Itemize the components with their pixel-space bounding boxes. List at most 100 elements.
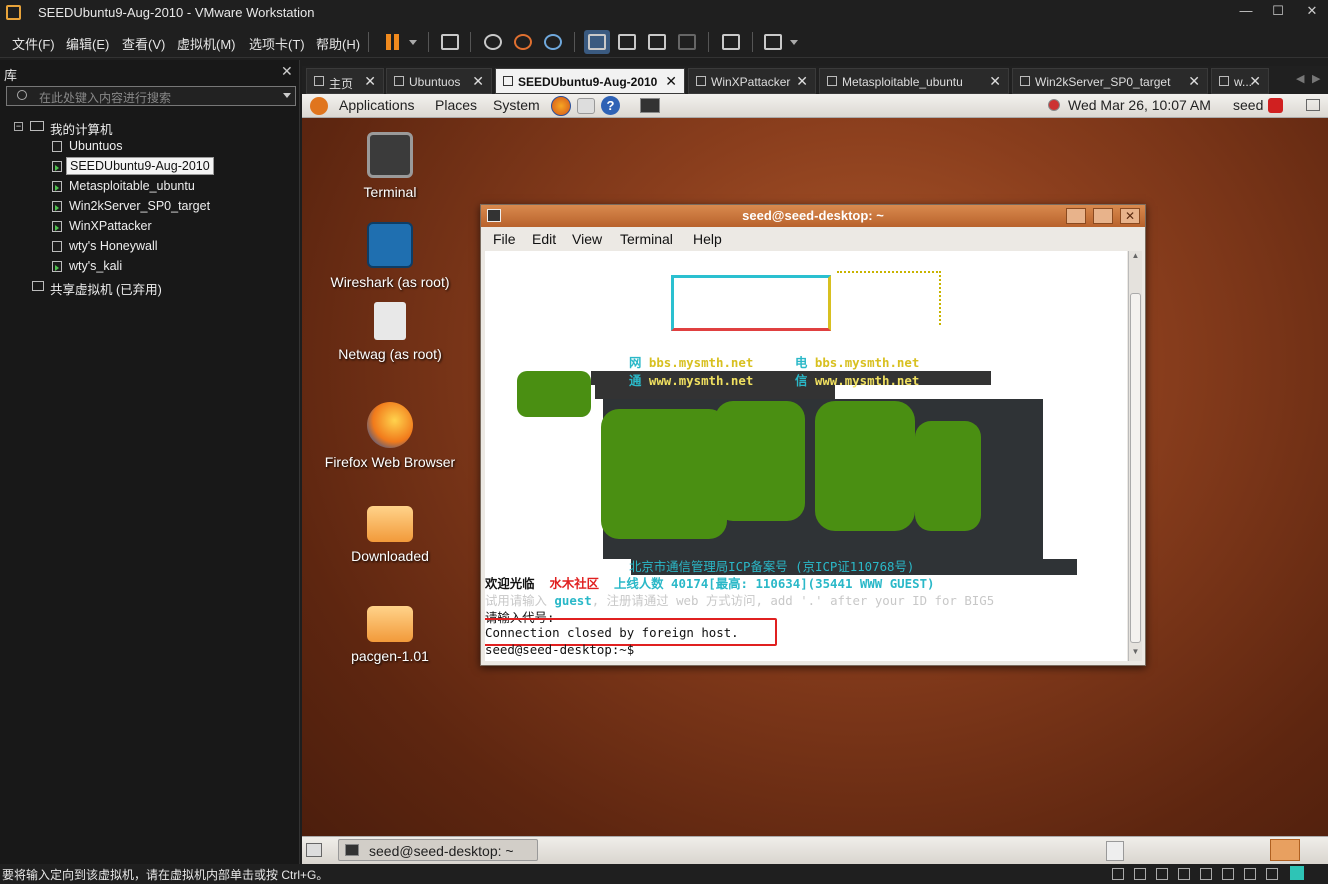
desktop-icon-downloaded[interactable]: Downloaded (320, 506, 460, 564)
tab-close-icon[interactable]: ✕ (989, 73, 1001, 90)
device-icon[interactable] (1112, 868, 1124, 880)
scroll-up-icon[interactable]: ▲ (1129, 251, 1142, 265)
tab-ubuntuos[interactable]: Ubuntuos ✕ (386, 68, 492, 94)
snapshot-button[interactable] (480, 30, 506, 54)
tab-close-icon[interactable]: ✕ (364, 73, 376, 90)
trash-icon[interactable] (1106, 841, 1124, 861)
tree-item-winxpattacker[interactable]: WinXPattacker (69, 219, 152, 233)
show-desktop-icon[interactable] (1306, 99, 1320, 111)
tree-item-metasploitable[interactable]: Metasploitable_ubuntu (69, 179, 195, 193)
terminal-scrollbar[interactable]: ▲ ▼ (1128, 251, 1142, 661)
revert-snapshot-button[interactable] (510, 30, 536, 54)
tree-item-ubuntuos[interactable]: Ubuntuos (69, 139, 123, 153)
menu-view[interactable]: 查看(V) (122, 34, 165, 53)
terminal-menu-edit[interactable]: Edit (532, 231, 556, 247)
terminal-window[interactable]: seed@seed-desktop: ~ ✕ File Edit View Te… (480, 204, 1146, 666)
terminal-menu-help[interactable]: Help (693, 231, 722, 247)
show-thumbnail-button[interactable] (614, 30, 640, 54)
menu-tabs[interactable]: 选项卡(T) (249, 34, 305, 53)
terminal-launcher-icon[interactable] (640, 98, 660, 113)
tab-scroll-left-icon[interactable]: ◀ (1296, 72, 1304, 85)
scroll-down-icon[interactable]: ▼ (1129, 647, 1142, 661)
device-icon[interactable] (1200, 868, 1212, 880)
help-icon[interactable]: ? (601, 96, 620, 115)
full-screen-button[interactable] (644, 30, 670, 54)
menu-file[interactable]: 文件(F) (12, 34, 55, 53)
stretch-dropdown-icon[interactable] (790, 40, 798, 45)
menu-applications[interactable]: Applications (339, 97, 415, 113)
terminal-maximize-icon[interactable] (1093, 208, 1113, 224)
device-icon[interactable] (1156, 868, 1168, 880)
terminal-titlebar[interactable]: seed@seed-desktop: ~ (481, 205, 1145, 227)
panel-user[interactable]: seed (1233, 97, 1263, 113)
tree-item-honeywall[interactable]: wty's Honeywall (69, 239, 158, 253)
pause-dropdown-icon[interactable] (409, 40, 417, 45)
taskbar-terminal-item[interactable]: seed@seed-desktop: ~ (338, 839, 538, 861)
scrollbar-thumb[interactable] (1130, 293, 1141, 643)
show-library-button[interactable] (584, 30, 610, 54)
terminal-menu-file[interactable]: File (493, 231, 516, 247)
device-icon[interactable] (1222, 868, 1234, 880)
desktop-icon-firefox[interactable]: Firefox Web Browser (320, 402, 460, 470)
mail-launcher-icon[interactable] (577, 98, 595, 114)
panel-clock[interactable]: Wed Mar 26, 10:07 AM (1068, 97, 1211, 113)
desktop-icon-terminal[interactable]: Terminal (320, 132, 460, 200)
terminal-menu-view[interactable]: View (572, 231, 602, 247)
tab-win2kserver[interactable]: Win2kServer_SP0_target ✕ (1012, 68, 1208, 94)
terminal-menu-terminal[interactable]: Terminal (620, 231, 673, 247)
vm-icon (827, 76, 837, 86)
chevron-down-icon[interactable] (283, 93, 291, 98)
tree-root-my-computer[interactable]: 我的计算机 (50, 119, 113, 138)
desktop-icon-wireshark[interactable]: Wireshark (as root) (320, 222, 460, 290)
device-icon[interactable] (1266, 868, 1278, 880)
desktop-icon-pacgen[interactable]: pacgen-1.01 (320, 606, 460, 664)
send-ctrl-alt-del-button[interactable] (437, 30, 463, 54)
tree-item-seedubuntu-selected[interactable]: SEEDUbuntu9-Aug-2010 (66, 157, 214, 175)
maximize-icon[interactable]: ☐ (1264, 3, 1292, 23)
tab-home[interactable]: 主页 ✕ (306, 68, 384, 94)
tree-item-win2kserver[interactable]: Win2kServer_SP0_target (69, 199, 210, 213)
desktop-icon-netwag[interactable]: Netwag (as root) (320, 302, 460, 362)
vm-icon (696, 76, 706, 86)
menu-edit[interactable]: 编辑(E) (66, 34, 109, 53)
device-icon[interactable] (1134, 868, 1146, 880)
close-library-icon[interactable]: ✕ (281, 63, 293, 80)
tree-item-shared-vms[interactable]: 共享虚拟机 (已弃用) (50, 279, 162, 298)
unity-button[interactable] (674, 30, 700, 54)
menu-vm[interactable]: 虚拟机(M) (177, 34, 236, 53)
tab-winxpattacker[interactable]: WinXPattacker ✕ (688, 68, 816, 94)
message-log-icon[interactable] (1290, 866, 1304, 880)
tab-close-icon[interactable]: ✕ (1188, 73, 1200, 90)
tab-close-icon[interactable]: ✕ (1249, 73, 1261, 90)
library-search-input[interactable]: 在此处键入内容进行搜索 (6, 86, 296, 106)
tab-close-icon[interactable]: ✕ (665, 73, 677, 90)
snapshot-manager-button[interactable] (540, 30, 566, 54)
menu-system[interactable]: System (493, 97, 540, 113)
terminal-minimize-icon[interactable] (1066, 208, 1086, 224)
tab-overflow[interactable]: w... ✕ (1211, 68, 1269, 94)
guest-display[interactable]: Applications Places System ? Wed Mar 26,… (302, 94, 1328, 864)
tab-close-icon[interactable]: ✕ (796, 73, 808, 90)
firefox-launcher-icon[interactable] (551, 96, 571, 116)
tab-scroll-right-icon[interactable]: ▶ (1312, 72, 1320, 85)
shutdown-icon[interactable] (1268, 98, 1283, 113)
tab-metasploitable[interactable]: Metasploitable_ubuntu ✕ (819, 68, 1009, 94)
tree-item-kali[interactable]: wty's_kali (69, 259, 122, 273)
terminal-screen[interactable]: 网 bbs.mysmth.net 电 bbs.mysmth.net 通 www.… (485, 251, 1127, 661)
pause-button[interactable] (380, 30, 406, 54)
network-status-icon[interactable] (1048, 99, 1060, 111)
close-icon[interactable]: ✕ (1298, 3, 1326, 23)
tab-close-icon[interactable]: ✕ (472, 73, 484, 90)
minimize-icon[interactable]: — (1232, 3, 1260, 23)
collapse-icon[interactable]: − (14, 122, 23, 131)
workspace-switcher[interactable] (1270, 839, 1300, 861)
device-icon[interactable] (1244, 868, 1256, 880)
menu-places[interactable]: Places (435, 97, 477, 113)
terminal-close-icon[interactable]: ✕ (1120, 208, 1140, 224)
stretch-button[interactable] (760, 30, 786, 54)
device-icon[interactable] (1178, 868, 1190, 880)
tab-seedubuntu-active[interactable]: SEEDUbuntu9-Aug-2010 ✕ (495, 68, 685, 94)
console-view-button[interactable] (718, 30, 744, 54)
menu-help[interactable]: 帮助(H) (316, 34, 360, 53)
show-desktop-button[interactable] (306, 843, 322, 857)
